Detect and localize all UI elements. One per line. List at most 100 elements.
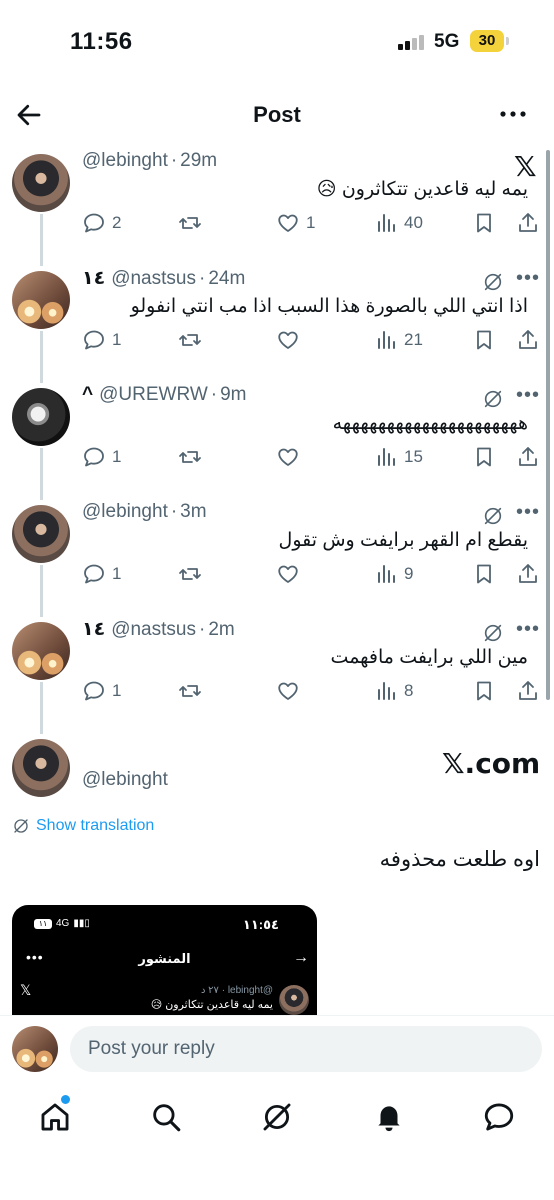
user-handle[interactable]: @UREWRW	[99, 384, 208, 405]
like-button[interactable]	[276, 559, 306, 589]
bookmark-button[interactable]	[472, 559, 502, 589]
reply-button[interactable]: 1	[82, 559, 121, 589]
tweet-header: ١٤ @nastsus · 2m	[82, 619, 235, 640]
avatar[interactable]	[12, 739, 70, 797]
share-button[interactable]	[516, 676, 546, 706]
avatar[interactable]	[12, 388, 70, 446]
messages-icon[interactable]	[482, 1100, 516, 1134]
user-handle[interactable]: @lebinght	[82, 769, 168, 791]
user-handle[interactable]: @nastsus	[111, 619, 196, 640]
user-handle[interactable]: @nastsus	[111, 268, 196, 289]
grok-icon[interactable]	[482, 622, 504, 644]
tweet-actions: 1 8	[82, 676, 542, 706]
top-header: Post	[0, 90, 554, 140]
user-badge: ^	[82, 384, 94, 405]
more-options-icon[interactable]: •••	[516, 384, 540, 407]
tweet-text: اذا انتي اللي بالصورة هذا السبب اذا مب ا…	[130, 296, 528, 317]
show-translation-link[interactable]: Show translation	[12, 817, 154, 835]
views-button[interactable]: 15	[374, 442, 423, 472]
share-button[interactable]	[516, 559, 546, 589]
tweet-text: هههههههههههههههههههههه	[332, 413, 528, 434]
views-button[interactable]: 8	[374, 676, 413, 706]
bookmark-button[interactable]	[472, 442, 502, 472]
media-status: ١١ 4G ▮▮▯	[34, 918, 90, 929]
share-button[interactable]	[516, 325, 546, 355]
share-button[interactable]	[516, 208, 546, 238]
views-button[interactable]: 21	[374, 325, 423, 355]
more-options-icon[interactable]: •••	[516, 267, 540, 290]
tweet-header: @lebinght · 3m	[82, 501, 207, 522]
network-label: 5G	[434, 31, 460, 52]
battery-icon: 30	[470, 30, 504, 52]
like-button[interactable]	[276, 325, 306, 355]
thread-tweet[interactable]: @lebinght · 3m ••• يقطع ام القهر برايفت وش…	[0, 501, 554, 618]
user-handle[interactable]: @lebinght	[82, 150, 168, 171]
notification-dot	[61, 1095, 70, 1104]
media-battery: ١١	[34, 918, 52, 929]
thread-tweet[interactable]: ١٤ @nastsus · 2m ••• مين اللي برايفت مافهمت…	[0, 618, 554, 735]
like-count: 1	[306, 213, 316, 232]
search-icon[interactable]	[149, 1100, 183, 1134]
share-button[interactable]	[516, 442, 546, 472]
avatar[interactable]	[12, 271, 70, 329]
thread-tweet[interactable]: ^ @UREWRW · 9m ••• هههههههههههههههههههههه 1…	[0, 384, 554, 501]
avatar[interactable]	[12, 505, 70, 563]
bookmark-button[interactable]	[472, 208, 502, 238]
reply-button[interactable]: 2	[82, 208, 121, 238]
grok-icon[interactable]	[260, 1100, 294, 1134]
like-button[interactable]: 1	[276, 208, 315, 238]
user-badge: ١٤	[82, 619, 106, 640]
tweet-time: 9m	[220, 384, 247, 405]
reply-count: 1	[112, 681, 122, 700]
more-options-icon[interactable]: •••	[516, 618, 540, 641]
views-button[interactable]: 9	[374, 559, 413, 589]
page-title: Post	[253, 102, 301, 127]
retweet-button[interactable]	[178, 208, 208, 238]
like-button[interactable]	[276, 676, 306, 706]
tweet-text: يقطع ام القهر برايفت وش تقول	[278, 530, 528, 551]
grok-icon[interactable]	[482, 505, 504, 527]
reply-button[interactable]: 1	[82, 325, 121, 355]
views-button[interactable]: 40	[374, 208, 423, 238]
signal-strength-icon	[398, 34, 426, 50]
home-icon[interactable]	[38, 1100, 72, 1134]
media-network: 4G	[56, 918, 70, 929]
post-media-image[interactable]: ١١ 4G ▮▮▯ ١١:٥٤ ••• المنشور → 𝕏 @lebingh…	[12, 905, 317, 1015]
grok-icon[interactable]	[482, 388, 504, 410]
like-button[interactable]	[276, 442, 306, 472]
retweet-button[interactable]	[178, 559, 208, 589]
reply-button[interactable]: 1	[82, 676, 121, 706]
avatar[interactable]	[12, 154, 70, 212]
more-options-icon[interactable]	[498, 102, 528, 126]
thread-tweet[interactable]: ١٤ @nastsus · 24m ••• اذا انتي اللي بالصورة…	[0, 267, 554, 384]
media-arrow-icon: →	[293, 949, 309, 966]
bell-icon[interactable]	[372, 1100, 406, 1134]
reply-input[interactable]	[70, 1026, 542, 1072]
tweet-actions: 1 15	[82, 442, 542, 472]
retweet-button[interactable]	[178, 442, 208, 472]
x-com-brand: 𝕏.com	[442, 747, 541, 780]
battery-nub	[506, 37, 509, 45]
grok-icon[interactable]	[482, 271, 504, 293]
bookmark-button[interactable]	[472, 676, 502, 706]
retweet-button[interactable]	[178, 325, 208, 355]
more-options-icon[interactable]: •••	[516, 501, 540, 524]
thread-tweet[interactable]: @lebinght · 29m 𝕏 يمه ليه قاعدين تتكاثرون …	[0, 150, 554, 267]
reply-composer	[0, 1015, 554, 1085]
tweet-text: مين اللي برايفت مافهمت	[330, 647, 528, 668]
bookmark-button[interactable]	[472, 325, 502, 355]
scrollbar[interactable]	[546, 150, 550, 700]
media-avatar	[279, 985, 309, 1015]
tweet-header: ١٤ @nastsus · 24m	[82, 268, 246, 289]
user-handle[interactable]: @lebinght	[82, 501, 168, 522]
translate-icon	[14, 819, 28, 833]
avatar[interactable]	[12, 622, 70, 680]
media-time: ١١:٥٤	[242, 917, 279, 932]
view-count: 9	[404, 564, 414, 583]
reply-button[interactable]: 1	[82, 442, 121, 472]
tweet-time: 24m	[208, 268, 246, 289]
retweet-button[interactable]	[178, 676, 208, 706]
tweet-time: 3m	[180, 501, 207, 522]
view-count: 15	[404, 447, 423, 466]
tweet-actions: 2 1 40	[82, 208, 542, 238]
